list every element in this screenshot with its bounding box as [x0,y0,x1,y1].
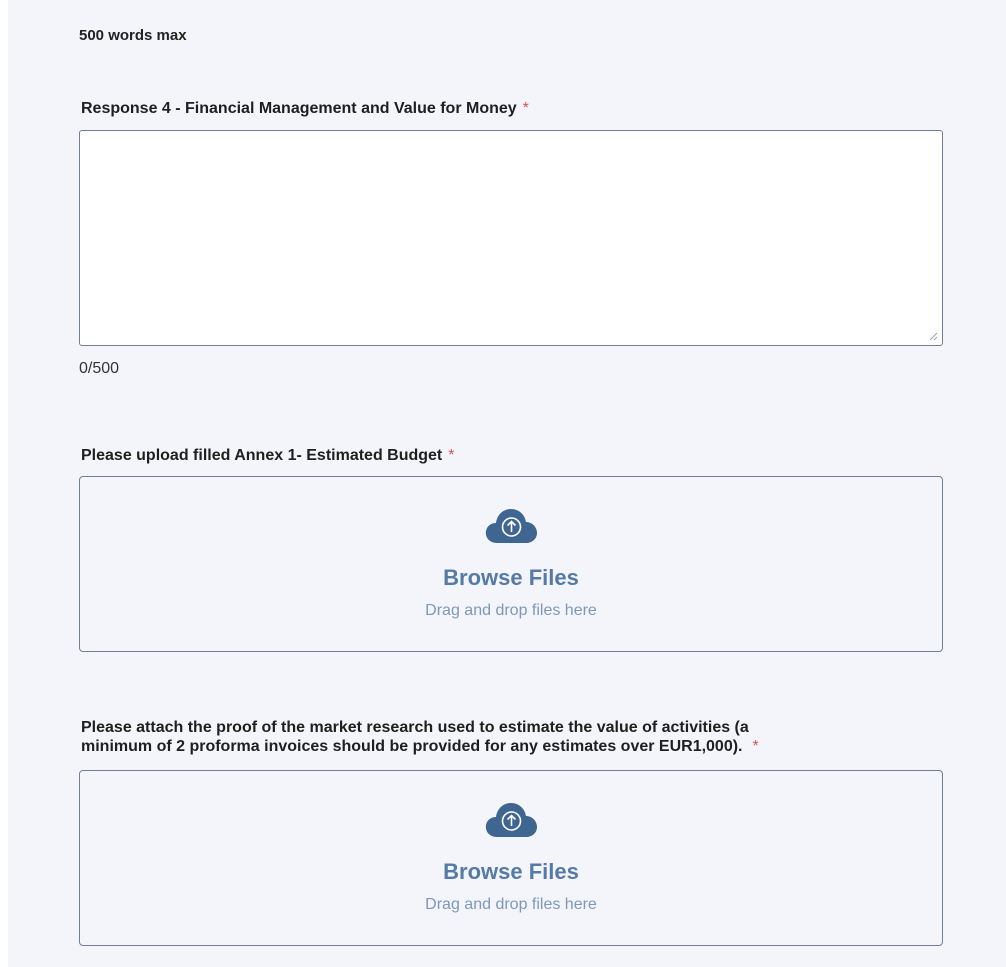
response4-textarea-container[interactable] [79,130,943,346]
browse-files-button[interactable]: Browse Files [80,565,942,591]
browse-files-button[interactable]: Browse Files [80,859,942,885]
required-asterisk: * [752,738,759,755]
upload1-dropzone[interactable]: Browse Files Drag and drop files here [79,476,943,652]
upload1-label-text: Please upload filled Annex 1- Estimated … [81,447,443,464]
resize-handle-icon[interactable] [928,331,938,341]
cloud-upload-icon [485,509,537,543]
response4-label-text: Response 4 - Financial Management and Va… [81,100,517,117]
cloud-upload-icon [485,803,537,837]
upload1-label: Please upload filled Annex 1- Estimated … [81,446,455,465]
required-asterisk: * [522,100,529,117]
upload2-label-line1: Please attach the proof of the market re… [81,719,749,736]
response4-label: Response 4 - Financial Management and Va… [81,99,529,118]
upload2-label-line2: minimum of 2 proforma invoices should be… [81,738,743,755]
drag-drop-hint: Drag and drop files here [425,602,597,619]
upload2-label-line2-row: minimum of 2 proforma invoices should be… [81,737,941,756]
required-asterisk: * [448,447,455,464]
word-limit-hint: 500 words max [79,27,187,44]
upload2-label: Please attach the proof of the market re… [81,718,941,756]
drag-drop-hint: Drag and drop files here [425,896,597,913]
word-counter: 0/500 [79,360,120,377]
upload2-dropzone[interactable]: Browse Files Drag and drop files here [79,770,943,946]
response4-textarea[interactable] [80,131,942,345]
